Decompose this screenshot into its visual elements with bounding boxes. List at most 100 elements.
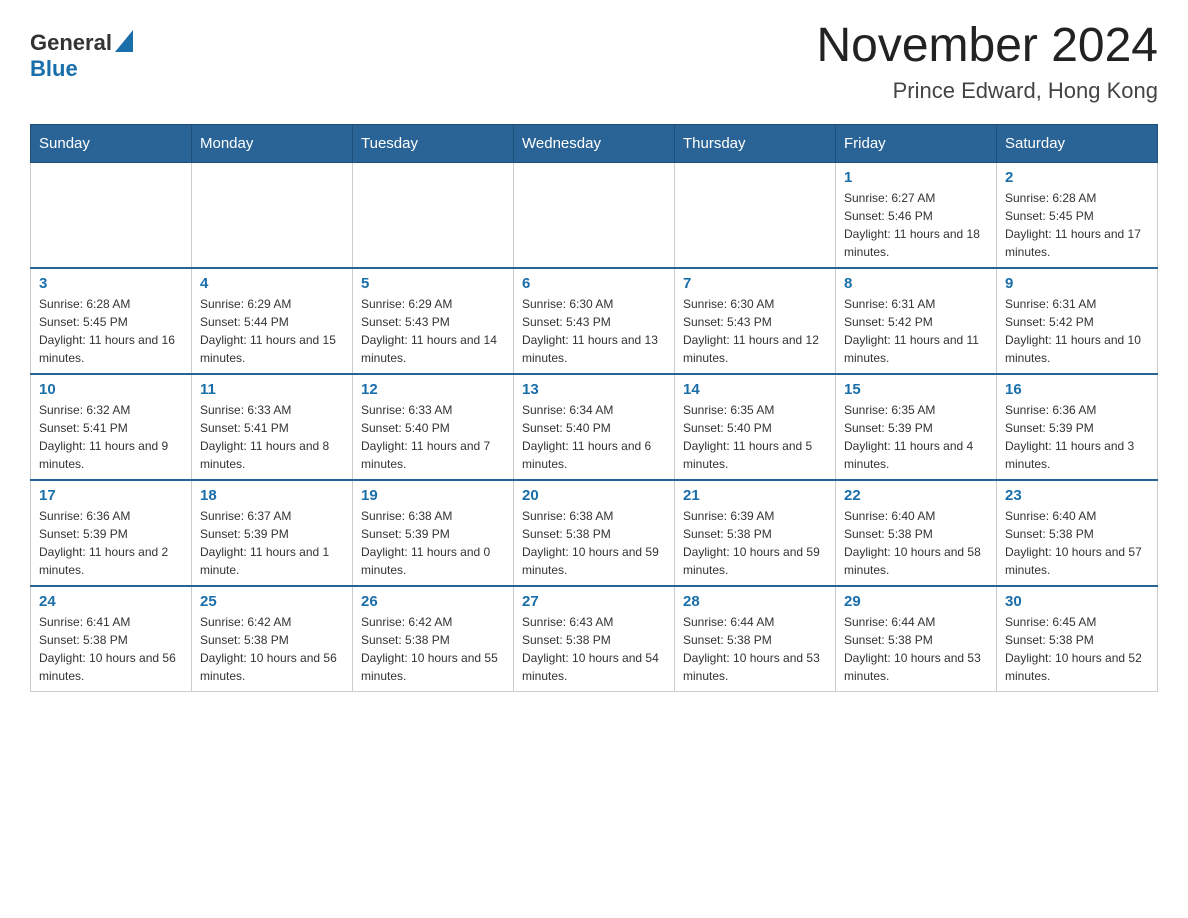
day-number: 17: [39, 487, 183, 504]
day-info: Sunrise: 6:28 AM Sunset: 5:45 PM Dayligh…: [39, 295, 183, 367]
title-area: November 2024 Prince Edward, Hong Kong: [816, 20, 1158, 104]
day-number: 9: [1005, 275, 1149, 292]
calendar-cell: 19 Sunrise: 6:38 AM Sunset: 5:39 PM Dayli…: [353, 480, 514, 586]
day-number: 16: [1005, 381, 1149, 398]
day-info: Sunrise: 6:31 AM Sunset: 5:42 PM Dayligh…: [1005, 295, 1149, 367]
day-number: 26: [361, 593, 505, 610]
day-number: 4: [200, 275, 344, 292]
logo-blue: Blue: [30, 57, 133, 81]
day-info: Sunrise: 6:33 AM Sunset: 5:41 PM Dayligh…: [200, 401, 344, 473]
day-info: Sunrise: 6:34 AM Sunset: 5:40 PM Dayligh…: [522, 401, 666, 473]
calendar-cell: [514, 162, 675, 268]
day-number: 7: [683, 275, 827, 292]
day-number: 30: [1005, 593, 1149, 610]
day-number: 1: [844, 169, 988, 186]
day-info: Sunrise: 6:44 AM Sunset: 5:38 PM Dayligh…: [683, 613, 827, 685]
calendar-cell: 25 Sunrise: 6:42 AM Sunset: 5:38 PM Dayli…: [192, 586, 353, 692]
day-number: 15: [844, 381, 988, 398]
weekday-header-row: SundayMondayTuesdayWednesdayThursdayFrid…: [31, 124, 1158, 162]
day-info: Sunrise: 6:31 AM Sunset: 5:42 PM Dayligh…: [844, 295, 988, 367]
day-number: 10: [39, 381, 183, 398]
day-number: 20: [522, 487, 666, 504]
calendar-cell: 1Sunrise: 6:27 AM Sunset: 5:46 PM Daylig…: [836, 162, 997, 268]
calendar-cell: 17 Sunrise: 6:36 AM Sunset: 5:39 PM Dayli…: [31, 480, 192, 586]
day-info: Sunrise: 6:38 AM Sunset: 5:39 PM Dayligh…: [361, 507, 505, 579]
day-number: 24: [39, 593, 183, 610]
calendar-cell: 27Sunrise: 6:43 AM Sunset: 5:38 PM Dayli…: [514, 586, 675, 692]
day-info: Sunrise: 6:38 AM Sunset: 5:38 PM Dayligh…: [522, 507, 666, 579]
day-info: Sunrise: 6:35 AM Sunset: 5:40 PM Dayligh…: [683, 401, 827, 473]
logo: General Blue: [30, 30, 133, 81]
day-number: 21: [683, 487, 827, 504]
day-number: 3: [39, 275, 183, 292]
day-number: 29: [844, 593, 988, 610]
calendar-cell: 29 Sunrise: 6:44 AM Sunset: 5:38 PM Dayli…: [836, 586, 997, 692]
day-number: 14: [683, 381, 827, 398]
calendar-cell: 15 Sunrise: 6:35 AM Sunset: 5:39 PM Dayli…: [836, 374, 997, 480]
calendar-cell: 23 Sunrise: 6:40 AM Sunset: 5:38 PM Dayli…: [997, 480, 1158, 586]
calendar-cell: 26Sunrise: 6:42 AM Sunset: 5:38 PM Dayli…: [353, 586, 514, 692]
day-info: Sunrise: 6:29 AM Sunset: 5:43 PM Dayligh…: [361, 295, 505, 367]
calendar-cell: 28 Sunrise: 6:44 AM Sunset: 5:38 PM Dayli…: [675, 586, 836, 692]
calendar-cell: 2Sunrise: 6:28 AM Sunset: 5:45 PM Daylig…: [997, 162, 1158, 268]
weekday-header-saturday: Saturday: [997, 124, 1158, 162]
weekday-header-tuesday: Tuesday: [353, 124, 514, 162]
day-info: Sunrise: 6:29 AM Sunset: 5:44 PM Dayligh…: [200, 295, 344, 367]
calendar-row-2: 3 Sunrise: 6:28 AM Sunset: 5:45 PM Daylig…: [31, 268, 1158, 374]
day-number: 8: [844, 275, 988, 292]
calendar-cell: 14 Sunrise: 6:35 AM Sunset: 5:40 PM Dayli…: [675, 374, 836, 480]
calendar-cell: 20 Sunrise: 6:38 AM Sunset: 5:38 PM Dayli…: [514, 480, 675, 586]
calendar-row-3: 10 Sunrise: 6:32 AM Sunset: 5:41 PM Dayli…: [31, 374, 1158, 480]
calendar-cell: 12 Sunrise: 6:33 AM Sunset: 5:40 PM Dayli…: [353, 374, 514, 480]
day-number: 27: [522, 593, 666, 610]
day-info: Sunrise: 6:45 AM Sunset: 5:38 PM Dayligh…: [1005, 613, 1149, 685]
day-info: Sunrise: 6:36 AM Sunset: 5:39 PM Dayligh…: [1005, 401, 1149, 473]
day-number: 6: [522, 275, 666, 292]
calendar-row-5: 24 Sunrise: 6:41 AM Sunset: 5:38 PM Dayli…: [31, 586, 1158, 692]
day-info: Sunrise: 6:30 AM Sunset: 5:43 PM Dayligh…: [683, 295, 827, 367]
logo-triangle-icon: [115, 30, 133, 52]
calendar: SundayMondayTuesdayWednesdayThursdayFrid…: [30, 124, 1158, 692]
day-info: Sunrise: 6:32 AM Sunset: 5:41 PM Dayligh…: [39, 401, 183, 473]
day-number: 19: [361, 487, 505, 504]
day-number: 28: [683, 593, 827, 610]
day-info: Sunrise: 6:35 AM Sunset: 5:39 PM Dayligh…: [844, 401, 988, 473]
day-info: Sunrise: 6:36 AM Sunset: 5:39 PM Dayligh…: [39, 507, 183, 579]
weekday-header-sunday: Sunday: [31, 124, 192, 162]
weekday-header-monday: Monday: [192, 124, 353, 162]
day-number: 5: [361, 275, 505, 292]
calendar-cell: 16 Sunrise: 6:36 AM Sunset: 5:39 PM Dayli…: [997, 374, 1158, 480]
day-info: Sunrise: 6:44 AM Sunset: 5:38 PM Dayligh…: [844, 613, 988, 685]
day-info: Sunrise: 6:30 AM Sunset: 5:43 PM Dayligh…: [522, 295, 666, 367]
day-info: Sunrise: 6:37 AM Sunset: 5:39 PM Dayligh…: [200, 507, 344, 579]
calendar-cell: 21 Sunrise: 6:39 AM Sunset: 5:38 PM Dayli…: [675, 480, 836, 586]
day-info: Sunrise: 6:33 AM Sunset: 5:40 PM Dayligh…: [361, 401, 505, 473]
day-number: 13: [522, 381, 666, 398]
subtitle: Prince Edward, Hong Kong: [816, 78, 1158, 104]
main-title: November 2024: [816, 20, 1158, 73]
weekday-header-wednesday: Wednesday: [514, 124, 675, 162]
day-number: 18: [200, 487, 344, 504]
day-number: 12: [361, 381, 505, 398]
calendar-cell: 13 Sunrise: 6:34 AM Sunset: 5:40 PM Dayli…: [514, 374, 675, 480]
calendar-cell: 4 Sunrise: 6:29 AM Sunset: 5:44 PM Daylig…: [192, 268, 353, 374]
calendar-cell: [192, 162, 353, 268]
calendar-row-1: 1Sunrise: 6:27 AM Sunset: 5:46 PM Daylig…: [31, 162, 1158, 268]
day-number: 23: [1005, 487, 1149, 504]
calendar-cell: 7 Sunrise: 6:30 AM Sunset: 5:43 PM Daylig…: [675, 268, 836, 374]
day-info: Sunrise: 6:39 AM Sunset: 5:38 PM Dayligh…: [683, 507, 827, 579]
calendar-cell: 24 Sunrise: 6:41 AM Sunset: 5:38 PM Dayli…: [31, 586, 192, 692]
calendar-cell: 18 Sunrise: 6:37 AM Sunset: 5:39 PM Dayli…: [192, 480, 353, 586]
weekday-header-thursday: Thursday: [675, 124, 836, 162]
day-number: 25: [200, 593, 344, 610]
day-number: 22: [844, 487, 988, 504]
day-info: Sunrise: 6:42 AM Sunset: 5:38 PM Dayligh…: [200, 613, 344, 685]
calendar-cell: 5 Sunrise: 6:29 AM Sunset: 5:43 PM Daylig…: [353, 268, 514, 374]
day-info: Sunrise: 6:41 AM Sunset: 5:38 PM Dayligh…: [39, 613, 183, 685]
weekday-header-friday: Friday: [836, 124, 997, 162]
logo-general: General: [30, 31, 112, 55]
calendar-cell: 6 Sunrise: 6:30 AM Sunset: 5:43 PM Daylig…: [514, 268, 675, 374]
calendar-cell: [31, 162, 192, 268]
calendar-cell: [675, 162, 836, 268]
day-info: Sunrise: 6:40 AM Sunset: 5:38 PM Dayligh…: [1005, 507, 1149, 579]
